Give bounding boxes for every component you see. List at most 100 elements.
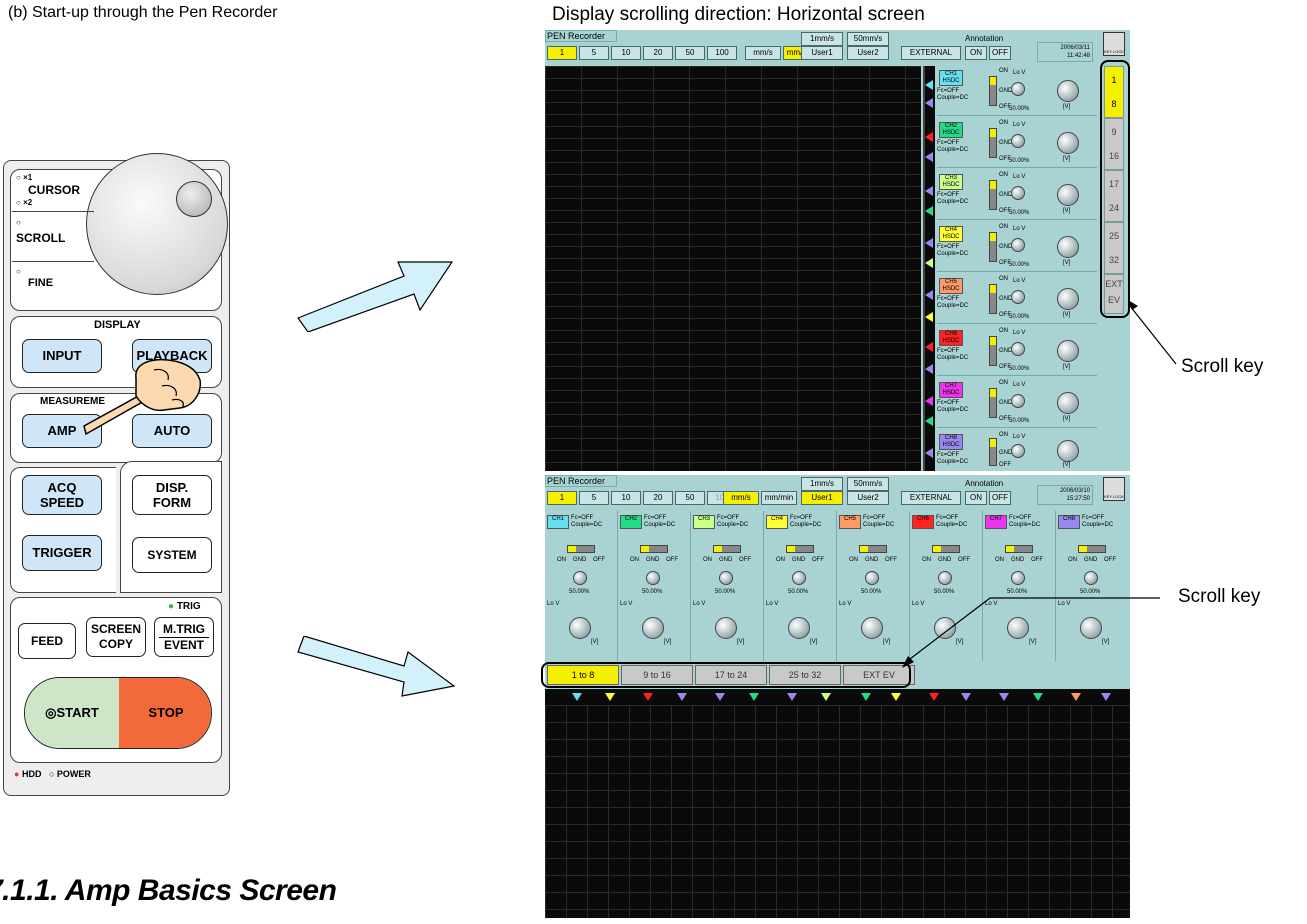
- top-ch1-pos-knob[interactable]: [1011, 82, 1025, 96]
- top-ch2-switch[interactable]: [989, 128, 997, 158]
- bot-ch5-switch[interactable]: [859, 545, 887, 553]
- jog-dial[interactable]: [86, 153, 228, 295]
- top-ch4-switch[interactable]: [989, 232, 997, 262]
- acq-speed-key[interactable]: ACQ SPEED: [22, 475, 102, 515]
- top-ch5-box[interactable]: CH5 HSDC: [939, 278, 963, 294]
- top-unit-mms[interactable]: mm/s: [745, 46, 781, 60]
- bot-ch2-switch[interactable]: [640, 545, 668, 553]
- bot-unit-mms[interactable]: mm/s: [723, 491, 759, 505]
- top-ch4-pos-knob[interactable]: [1011, 238, 1025, 252]
- bot-ch2-range-knob[interactable]: [642, 617, 664, 639]
- top-ann-on[interactable]: ON: [965, 46, 987, 60]
- top-ann-off[interactable]: OFF: [989, 46, 1011, 60]
- top-ch7-range-knob[interactable]: [1057, 392, 1079, 414]
- bot-user2[interactable]: User2: [847, 491, 889, 505]
- bot-speed-0[interactable]: 1: [547, 491, 577, 505]
- top-keylock-icon[interactable]: KEY LOCK: [1103, 32, 1125, 56]
- bot-ch4-switch[interactable]: [786, 545, 814, 553]
- top-speed-0[interactable]: 1: [547, 46, 577, 60]
- top-ch5-range-knob[interactable]: [1057, 288, 1079, 310]
- top-external[interactable]: EXTERNAL: [901, 46, 961, 60]
- stop-key[interactable]: STOP: [119, 678, 211, 748]
- top-ch1-box[interactable]: CH1 HSDC: [939, 70, 963, 86]
- top-ch4-box[interactable]: CH4 HSDC: [939, 226, 963, 242]
- top-ch2-range-knob[interactable]: [1057, 132, 1079, 154]
- top-ch3-range-knob[interactable]: [1057, 184, 1079, 206]
- bot-speed-1[interactable]: 5: [579, 491, 609, 505]
- bot-ch1-switch[interactable]: [567, 545, 595, 553]
- bot-ch1-pos-knob[interactable]: [573, 571, 587, 585]
- top-user1[interactable]: User1: [801, 46, 843, 60]
- bot-external[interactable]: EXTERNAL: [901, 491, 961, 505]
- bot-ch4-box[interactable]: CH4: [766, 515, 788, 529]
- bot-ch4-range-knob[interactable]: [788, 617, 810, 639]
- bot-ch8-pos-knob[interactable]: [1084, 571, 1098, 585]
- bot-ch2-pos-knob[interactable]: [646, 571, 660, 585]
- top-ch3-pos-knob[interactable]: [1011, 186, 1025, 200]
- bot-ch1-box[interactable]: CH1: [547, 515, 569, 529]
- bot-ch5-pos-knob[interactable]: [865, 571, 879, 585]
- top-ch4-range-knob[interactable]: [1057, 236, 1079, 258]
- bot-ch3-switch[interactable]: [713, 545, 741, 553]
- top-speed-4[interactable]: 50: [675, 46, 705, 60]
- bot-unit-mmmin[interactable]: mm/min: [761, 491, 797, 505]
- top-ch1-switch[interactable]: [989, 76, 997, 106]
- bot-ann-off[interactable]: OFF: [989, 491, 1011, 505]
- fine-button[interactable]: FINE: [28, 277, 53, 289]
- top-ch7-box[interactable]: CH7 HSDC: [939, 382, 963, 398]
- top-ch2-pos-knob[interactable]: [1011, 134, 1025, 148]
- bot-ch4-pos-knob[interactable]: [792, 571, 806, 585]
- bot-ch5-range-knob[interactable]: [861, 617, 883, 639]
- bot-ch3-pos-knob[interactable]: [719, 571, 733, 585]
- bot-ch2-box[interactable]: CH2: [620, 515, 642, 529]
- top-ch6-pos-knob[interactable]: [1011, 342, 1025, 356]
- disp-form-key[interactable]: DISP. FORM: [132, 475, 212, 515]
- top-ch5-switch[interactable]: [989, 284, 997, 314]
- bot-ch6-box[interactable]: CH6: [912, 515, 934, 529]
- top-user2[interactable]: User2: [847, 46, 889, 60]
- trigger-key[interactable]: TRIGGER: [22, 535, 102, 571]
- top-ch8-range-knob[interactable]: [1057, 440, 1079, 462]
- system-key[interactable]: SYSTEM: [132, 537, 212, 573]
- mtrig-event-key[interactable]: M.TRIG EVENT: [154, 617, 214, 657]
- top-speed-3[interactable]: 20: [643, 46, 673, 60]
- bot-ch7-box[interactable]: CH7: [985, 515, 1007, 529]
- bot-keylock-icon[interactable]: KEY LOCK: [1103, 477, 1125, 501]
- top-ch2-box[interactable]: CH2 HSDC: [939, 122, 963, 138]
- top-ch8-switch[interactable]: [989, 438, 997, 466]
- top-ch3-switch[interactable]: [989, 180, 997, 210]
- top-speed-1[interactable]: 5: [579, 46, 609, 60]
- bot-speed-2[interactable]: 10: [611, 491, 641, 505]
- top-speed-2[interactable]: 10: [611, 46, 641, 60]
- top-ch6-box[interactable]: CH6 HSDC: [939, 330, 963, 346]
- top-ch7-pos-knob[interactable]: [1011, 394, 1025, 408]
- top-speed-5[interactable]: 100: [707, 46, 737, 60]
- bot-ch7-switch[interactable]: [1005, 545, 1033, 553]
- cursor-button[interactable]: CURSOR: [16, 183, 80, 197]
- top-ch6-switch[interactable]: [989, 336, 997, 366]
- screen-copy-key[interactable]: SCREEN COPY: [86, 617, 146, 657]
- top-ch6-range-knob[interactable]: [1057, 340, 1079, 362]
- scroll-button[interactable]: SCROLL: [16, 231, 65, 245]
- bot-ch6-switch[interactable]: [932, 545, 960, 553]
- top-ch5-pos-knob[interactable]: [1011, 290, 1025, 304]
- top-ch3-box[interactable]: CH3 HSDC: [939, 174, 963, 190]
- bot-ch8-switch[interactable]: [1078, 545, 1106, 553]
- bot-ch8-box[interactable]: CH8: [1058, 515, 1080, 529]
- bot-ch1-range-knob[interactable]: [569, 617, 591, 639]
- top-ch8-pos-knob[interactable]: [1011, 444, 1025, 458]
- bot-user1[interactable]: User1: [801, 491, 843, 505]
- start-key[interactable]: ◎START: [25, 678, 119, 748]
- bot-speed-3[interactable]: 20: [643, 491, 673, 505]
- bot-ch7-pos-knob[interactable]: [1011, 571, 1025, 585]
- bot-speed-4[interactable]: 50: [675, 491, 705, 505]
- bot-ch5-box[interactable]: CH5: [839, 515, 861, 529]
- bot-ch6-pos-knob[interactable]: [938, 571, 952, 585]
- top-ch8-box[interactable]: CH8 HSDC: [939, 434, 963, 450]
- bot-ann-on[interactable]: ON: [965, 491, 987, 505]
- top-ch1-range-knob[interactable]: [1057, 80, 1079, 102]
- bot-ch3-box[interactable]: CH3: [693, 515, 715, 529]
- top-ch7-switch[interactable]: [989, 388, 997, 418]
- bot-ch3-range-knob[interactable]: [715, 617, 737, 639]
- feed-key[interactable]: FEED: [18, 623, 76, 659]
